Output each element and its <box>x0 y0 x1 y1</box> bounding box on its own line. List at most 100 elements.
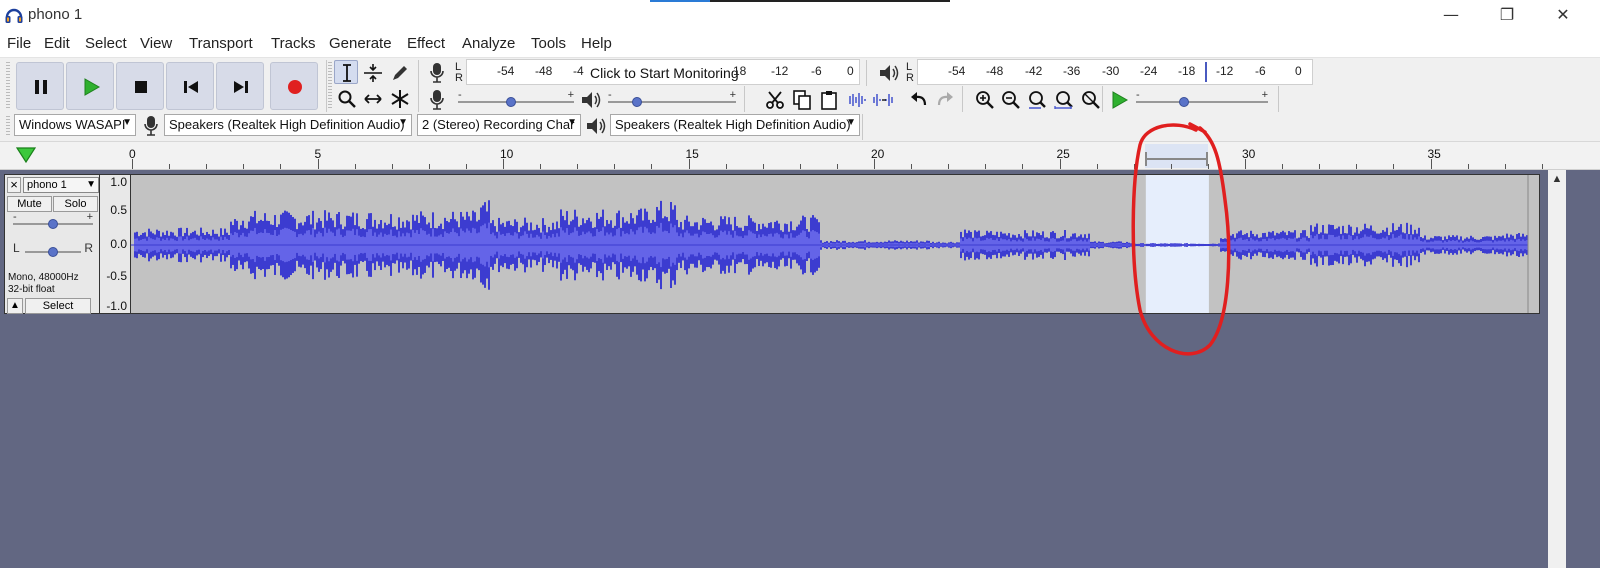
timeline-tick <box>1207 164 1209 169</box>
slider-plus-label: + <box>1261 89 1268 101</box>
record-meter-tick: -6 <box>811 64 822 78</box>
playback-meter[interactable]: -54 -48 -42 -36 -30 -24 -18 -12 -6 0 <box>917 59 1313 85</box>
trim-audio-button[interactable] <box>843 87 867 111</box>
zoom-toggle-button[interactable] <box>1078 87 1102 111</box>
gain-slider[interactable]: - + <box>13 211 93 233</box>
undo-button[interactable] <box>906 87 930 111</box>
vertical-scrollbar[interactable]: ▲ <box>1548 170 1566 568</box>
timeline-tick <box>577 164 579 169</box>
fit-project-icon <box>1054 91 1073 109</box>
timeline-tick <box>1059 159 1061 169</box>
zoom-in-button[interactable] <box>972 87 996 111</box>
vertical-amplitude-ruler[interactable]: 1.0 0.5 0.0 -0.5 -1.0 <box>100 174 130 314</box>
tools-toolbar-grip[interactable] <box>328 62 332 110</box>
timeline-tick <box>317 159 319 169</box>
slider-knob[interactable] <box>631 97 642 107</box>
fit-selection-button[interactable] <box>1024 87 1048 111</box>
paste-button[interactable] <box>816 87 840 111</box>
fit-project-button[interactable] <box>1051 87 1075 111</box>
menu-help[interactable]: Help <box>581 35 612 52</box>
menu-generate[interactable]: Generate <box>329 35 392 52</box>
solo-button[interactable]: Solo <box>53 196 98 212</box>
close-button[interactable]: ✕ <box>1535 0 1591 30</box>
playback-meter-tick: -54 <box>948 64 966 78</box>
cut-button[interactable] <box>762 87 786 111</box>
menu-tracks[interactable]: Tracks <box>271 35 315 52</box>
selection-tool-button[interactable] <box>334 60 358 84</box>
track-name-menu[interactable]: phono 1 ▼ <box>23 177 99 193</box>
record-meter[interactable]: -54 -48 -4 Click to Start Monitoring 18 … <box>466 59 860 85</box>
track-name: phono 1 <box>27 179 67 191</box>
record-button[interactable] <box>270 62 318 110</box>
skip-to-end-button[interactable] <box>216 62 264 110</box>
playback-volume-slider[interactable]: - + <box>608 89 736 111</box>
slider-knob[interactable] <box>505 97 516 107</box>
recording-channels-select[interactable]: 2 (Stereo) Recording Char ▼ <box>417 114 581 136</box>
select-track-button[interactable]: Select <box>25 298 91 314</box>
stop-button[interactable] <box>116 62 164 110</box>
vruler-label: -1.0 <box>106 299 127 313</box>
toolbar-divider <box>1278 86 1279 112</box>
timeline-label: 25 <box>1056 147 1070 161</box>
audio-host-value: Windows WASAPI <box>19 117 126 132</box>
restore-button[interactable]: ❐ <box>1479 0 1535 30</box>
recording-device-select[interactable]: Speakers (Realtek High Definition Audio)… <box>164 114 412 136</box>
menu-analyze[interactable]: Analyze <box>462 35 515 52</box>
timeline-options-icon[interactable] <box>15 146 37 164</box>
playback-meter-peak-marker <box>1205 62 1207 82</box>
menu-edit[interactable]: Edit <box>44 35 70 52</box>
menu-transport[interactable]: Transport <box>189 35 253 52</box>
playback-meter-tick: -36 <box>1063 64 1081 78</box>
audio-host-select[interactable]: Windows WASAPI ▼ <box>14 114 136 136</box>
play-speed-slider[interactable]: - + <box>1136 89 1268 111</box>
track-control-panel[interactable]: × phono 1 ▼ Mute Solo - + L R Mono, 4800… <box>4 174 100 314</box>
record-meter-tick: -54 <box>497 64 515 78</box>
timeline-tick <box>874 159 875 169</box>
play-at-speed-button[interactable] <box>1106 87 1130 111</box>
playback-meter-tick: -12 <box>1216 64 1234 78</box>
minimize-button[interactable]: — <box>1423 0 1479 30</box>
envelope-tool-button[interactable] <box>360 60 384 84</box>
skip-to-start-button[interactable] <box>166 62 214 110</box>
timeline-selection-region[interactable] <box>1144 144 1208 168</box>
pan-slider-knob[interactable] <box>48 247 58 257</box>
recording-volume-slider[interactable]: - + <box>458 89 574 111</box>
undo-icon <box>911 92 927 106</box>
menu-view[interactable]: View <box>140 35 172 52</box>
collapse-track-button[interactable]: ▲ <box>7 298 23 314</box>
multi-tool-button[interactable] <box>387 86 411 110</box>
slider-knob[interactable] <box>1178 97 1189 107</box>
timeline-tick <box>169 164 171 169</box>
pan-slider[interactable]: L R <box>13 241 93 261</box>
menu-effect[interactable]: Effect <box>407 35 445 52</box>
selection-start-handle[interactable] <box>1144 152 1147 166</box>
track-close-button[interactable]: × <box>7 177 21 193</box>
silence-waveform-icon <box>873 94 893 106</box>
click-to-start-monitoring-text[interactable]: Click to Start Monitoring <box>587 65 742 81</box>
menu-select[interactable]: Select <box>85 35 127 52</box>
vruler-label: 1.0 <box>110 175 127 189</box>
gain-slider-knob[interactable] <box>48 219 58 229</box>
transport-toolbar-grip[interactable] <box>6 62 10 110</box>
chevron-down-icon: ▼ <box>86 179 96 190</box>
play-button[interactable] <box>66 62 114 110</box>
zoom-tool-button[interactable] <box>334 86 358 110</box>
zoom-out-button[interactable] <box>998 87 1022 111</box>
scroll-up-arrow[interactable]: ▲ <box>1548 170 1566 188</box>
device-toolbar-grip[interactable] <box>6 116 10 136</box>
timeline-ruler[interactable]: 0 5 10 15 20 25 30 35 <box>0 142 1600 170</box>
playback-device-select[interactable]: Speakers (Realtek High Definition Audio)… <box>610 114 860 136</box>
copy-button[interactable] <box>789 87 813 111</box>
menu-file[interactable]: File <box>7 35 31 52</box>
time-shift-tool-button[interactable] <box>360 86 384 110</box>
magnifier-icon <box>338 90 356 108</box>
menu-tools[interactable]: Tools <box>531 35 566 52</box>
draw-tool-button[interactable] <box>387 60 411 84</box>
pencil-icon <box>393 66 407 80</box>
waveform-display[interactable] <box>130 174 1540 314</box>
mute-button[interactable]: Mute <box>7 196 52 212</box>
pause-button[interactable] <box>16 62 64 110</box>
redo-button[interactable] <box>932 87 956 111</box>
silence-audio-button[interactable] <box>870 87 894 111</box>
timeline-tick <box>1022 164 1024 169</box>
